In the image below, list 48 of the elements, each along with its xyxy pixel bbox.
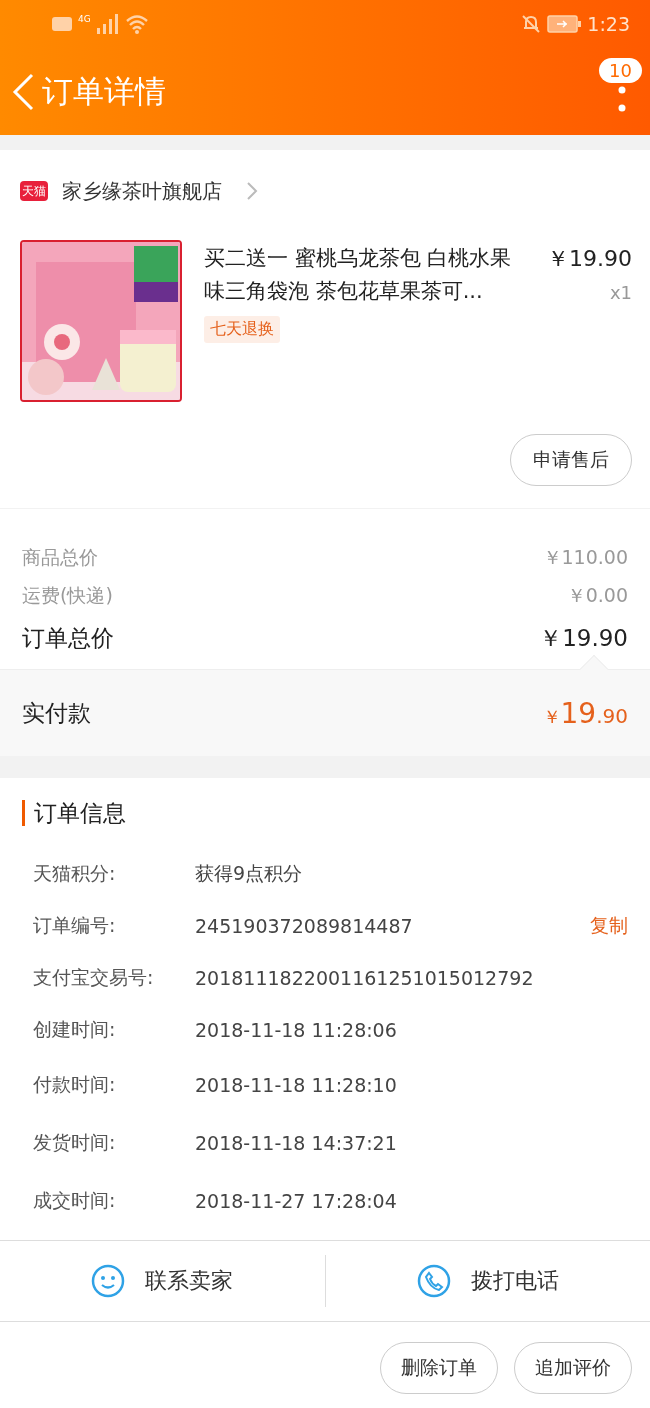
info-value: 2018-11-27 17:28:04	[195, 1190, 398, 1212]
section-title: 订单信息	[22, 800, 628, 826]
price-label: 订单总价	[22, 623, 114, 653]
info-value: 获得9点积分	[195, 861, 304, 886]
return-policy-tag: 七天退换	[204, 316, 280, 343]
back-icon[interactable]	[10, 72, 36, 111]
amount-paid-value: ￥19.90	[542, 696, 628, 730]
phone-icon	[416, 1264, 451, 1298]
info-value: 2018-11-18 11:28:10	[195, 1074, 398, 1096]
more-icon[interactable]	[618, 85, 626, 112]
price-value: ￥0.00	[566, 583, 628, 608]
store-logo: 天猫	[20, 181, 48, 201]
copy-link[interactable]: 复制	[590, 913, 628, 939]
info-value: 2018-11-18 14:37:21	[195, 1132, 398, 1154]
info-value: 2018111822001161251015012792	[195, 967, 535, 989]
amount-paid-label: 实付款	[22, 698, 91, 728]
info-label: 付款时间:	[33, 1072, 117, 1097]
price-value: ￥19.90	[539, 623, 628, 653]
info-label: 创建时间:	[33, 1017, 117, 1042]
price-label: 运费(快递)	[22, 583, 113, 608]
product-quantity: x1	[608, 282, 632, 303]
info-value: 2018-11-18 11:28:06	[195, 1019, 398, 1041]
info-label: 天猫积分:	[33, 861, 117, 886]
after-sales-button[interactable]: 申请售后	[510, 434, 632, 486]
add-review-button[interactable]: 追加评价	[514, 1342, 632, 1394]
delete-order-button[interactable]: 删除订单	[380, 1342, 498, 1394]
clock: 1:23	[587, 13, 630, 35]
chat-icon	[91, 1264, 126, 1298]
store-name[interactable]: 家乡缘茶叶旗舰店	[62, 177, 222, 205]
product-title[interactable]: 买二送一 蜜桃乌龙茶包 白桃水果味三角袋泡 茶包花草果茶可...	[204, 242, 520, 308]
product-price: ￥19.90	[546, 245, 632, 273]
info-label: 订单编号:	[33, 913, 117, 938]
battery-icon	[547, 15, 582, 33]
info-label: 成交时间:	[33, 1188, 117, 1213]
network-label: 4G	[78, 14, 91, 24]
info-label: 支付宝交易号:	[33, 965, 155, 990]
contact-button[interactable]: 联系卖家	[0, 1241, 325, 1321]
wifi-icon	[124, 14, 149, 34]
price-label: 商品总价	[22, 545, 98, 570]
page-title: 订单详情	[42, 71, 167, 111]
info-label: 发货时间:	[33, 1130, 117, 1155]
bell-muted-icon	[521, 14, 542, 34]
chevron-right-icon	[246, 181, 258, 201]
contact-button[interactable]: 拨打电话	[324, 1255, 650, 1307]
notification-badge: 10	[599, 58, 642, 83]
price-value: ￥110.00	[542, 545, 628, 570]
signal-icon	[96, 14, 119, 34]
info-value: 245190372089814487	[195, 915, 414, 937]
